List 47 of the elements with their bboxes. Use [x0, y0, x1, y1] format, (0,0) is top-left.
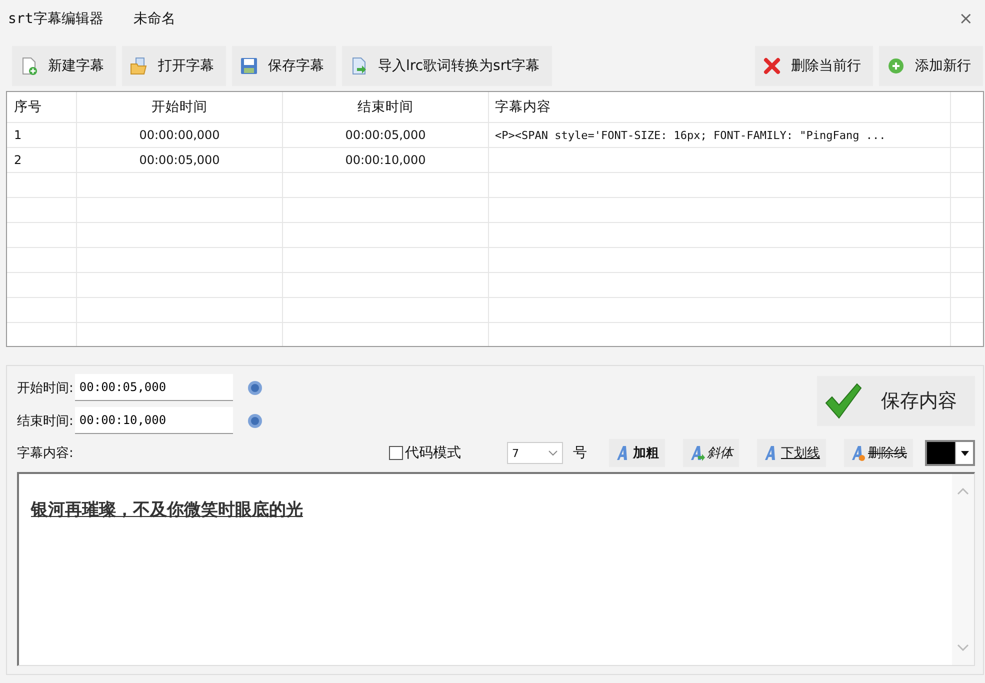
bold-button[interactable]: 加粗	[609, 439, 665, 467]
close-icon	[763, 57, 781, 75]
checkmark-icon	[823, 381, 863, 421]
italic-button[interactable]: 斜体	[683, 439, 739, 467]
document-name: 未命名	[133, 10, 176, 28]
help-icon[interactable]	[247, 380, 264, 396]
folder-icon	[130, 57, 148, 75]
letter-icon	[689, 445, 705, 461]
import-subtitle-button[interactable]: 导入lrc歌词转换为srt字幕	[342, 46, 552, 86]
code-mode-checkbox[interactable]: 代码模式	[389, 444, 461, 462]
strike-button[interactable]: 删除线	[844, 439, 913, 467]
column-header[interactable]: 开始时间	[77, 92, 283, 122]
new-subtitle-button[interactable]: 新建字幕	[12, 46, 116, 86]
document-arrow-icon	[350, 57, 368, 75]
open-subtitle-button[interactable]: 打开字幕	[122, 46, 226, 86]
table-cell: <P><SPAN style='FONT-SIZE: 16px; FONT-FAMILY: "PingFang ...	[489, 123, 951, 147]
color-picker[interactable]	[925, 440, 975, 466]
delete-row-button[interactable]: 删除当前行	[755, 46, 873, 86]
letter-icon	[850, 445, 866, 461]
end-time-label: 结束时间:	[17, 412, 74, 430]
chevron-down-icon	[548, 450, 558, 456]
save-subtitle-button[interactable]: 保存字幕	[232, 46, 336, 86]
table-cell: 2	[7, 148, 77, 172]
add-row-button[interactable]: 添加新行	[879, 46, 983, 86]
content-editor[interactable]: 银河再璀璨，不及你微笑时眼底的光	[17, 472, 975, 666]
table-cell: 00:00:10,000	[283, 148, 489, 172]
window-title: srt字幕编辑器	[8, 10, 104, 28]
end-time-field[interactable]: 00:00:10,000	[75, 407, 234, 434]
start-time-label: 开始时间:	[17, 380, 74, 396]
font-size-unit: 号	[573, 444, 587, 462]
column-header[interactable]: 字幕内容	[489, 92, 951, 122]
table-cell: 1	[7, 123, 77, 147]
column-header[interactable]: 结束时间	[283, 92, 489, 122]
plus-circle-icon	[887, 57, 905, 75]
save-content-button[interactable]: 保存内容	[817, 376, 975, 426]
content-label: 字幕内容:	[17, 445, 74, 462]
column-header[interactable]: 序号	[7, 92, 77, 122]
subtitle-text: 银河再璀璨，不及你微笑时眼底的光	[31, 500, 303, 520]
close-button[interactable]: ×	[958, 9, 973, 29]
table-cell: 00:00:05,000	[283, 123, 489, 147]
help-icon[interactable]	[247, 412, 264, 428]
font-size-dropdown[interactable]: 7	[507, 442, 563, 464]
table-cell: 00:00:00,000	[77, 123, 283, 147]
new-file-icon	[20, 57, 38, 75]
start-time-field[interactable]: 00:00:05,000	[75, 374, 234, 401]
underline-button[interactable]: 下划线	[757, 439, 826, 467]
table-cell: 00:00:05,000	[77, 148, 283, 172]
